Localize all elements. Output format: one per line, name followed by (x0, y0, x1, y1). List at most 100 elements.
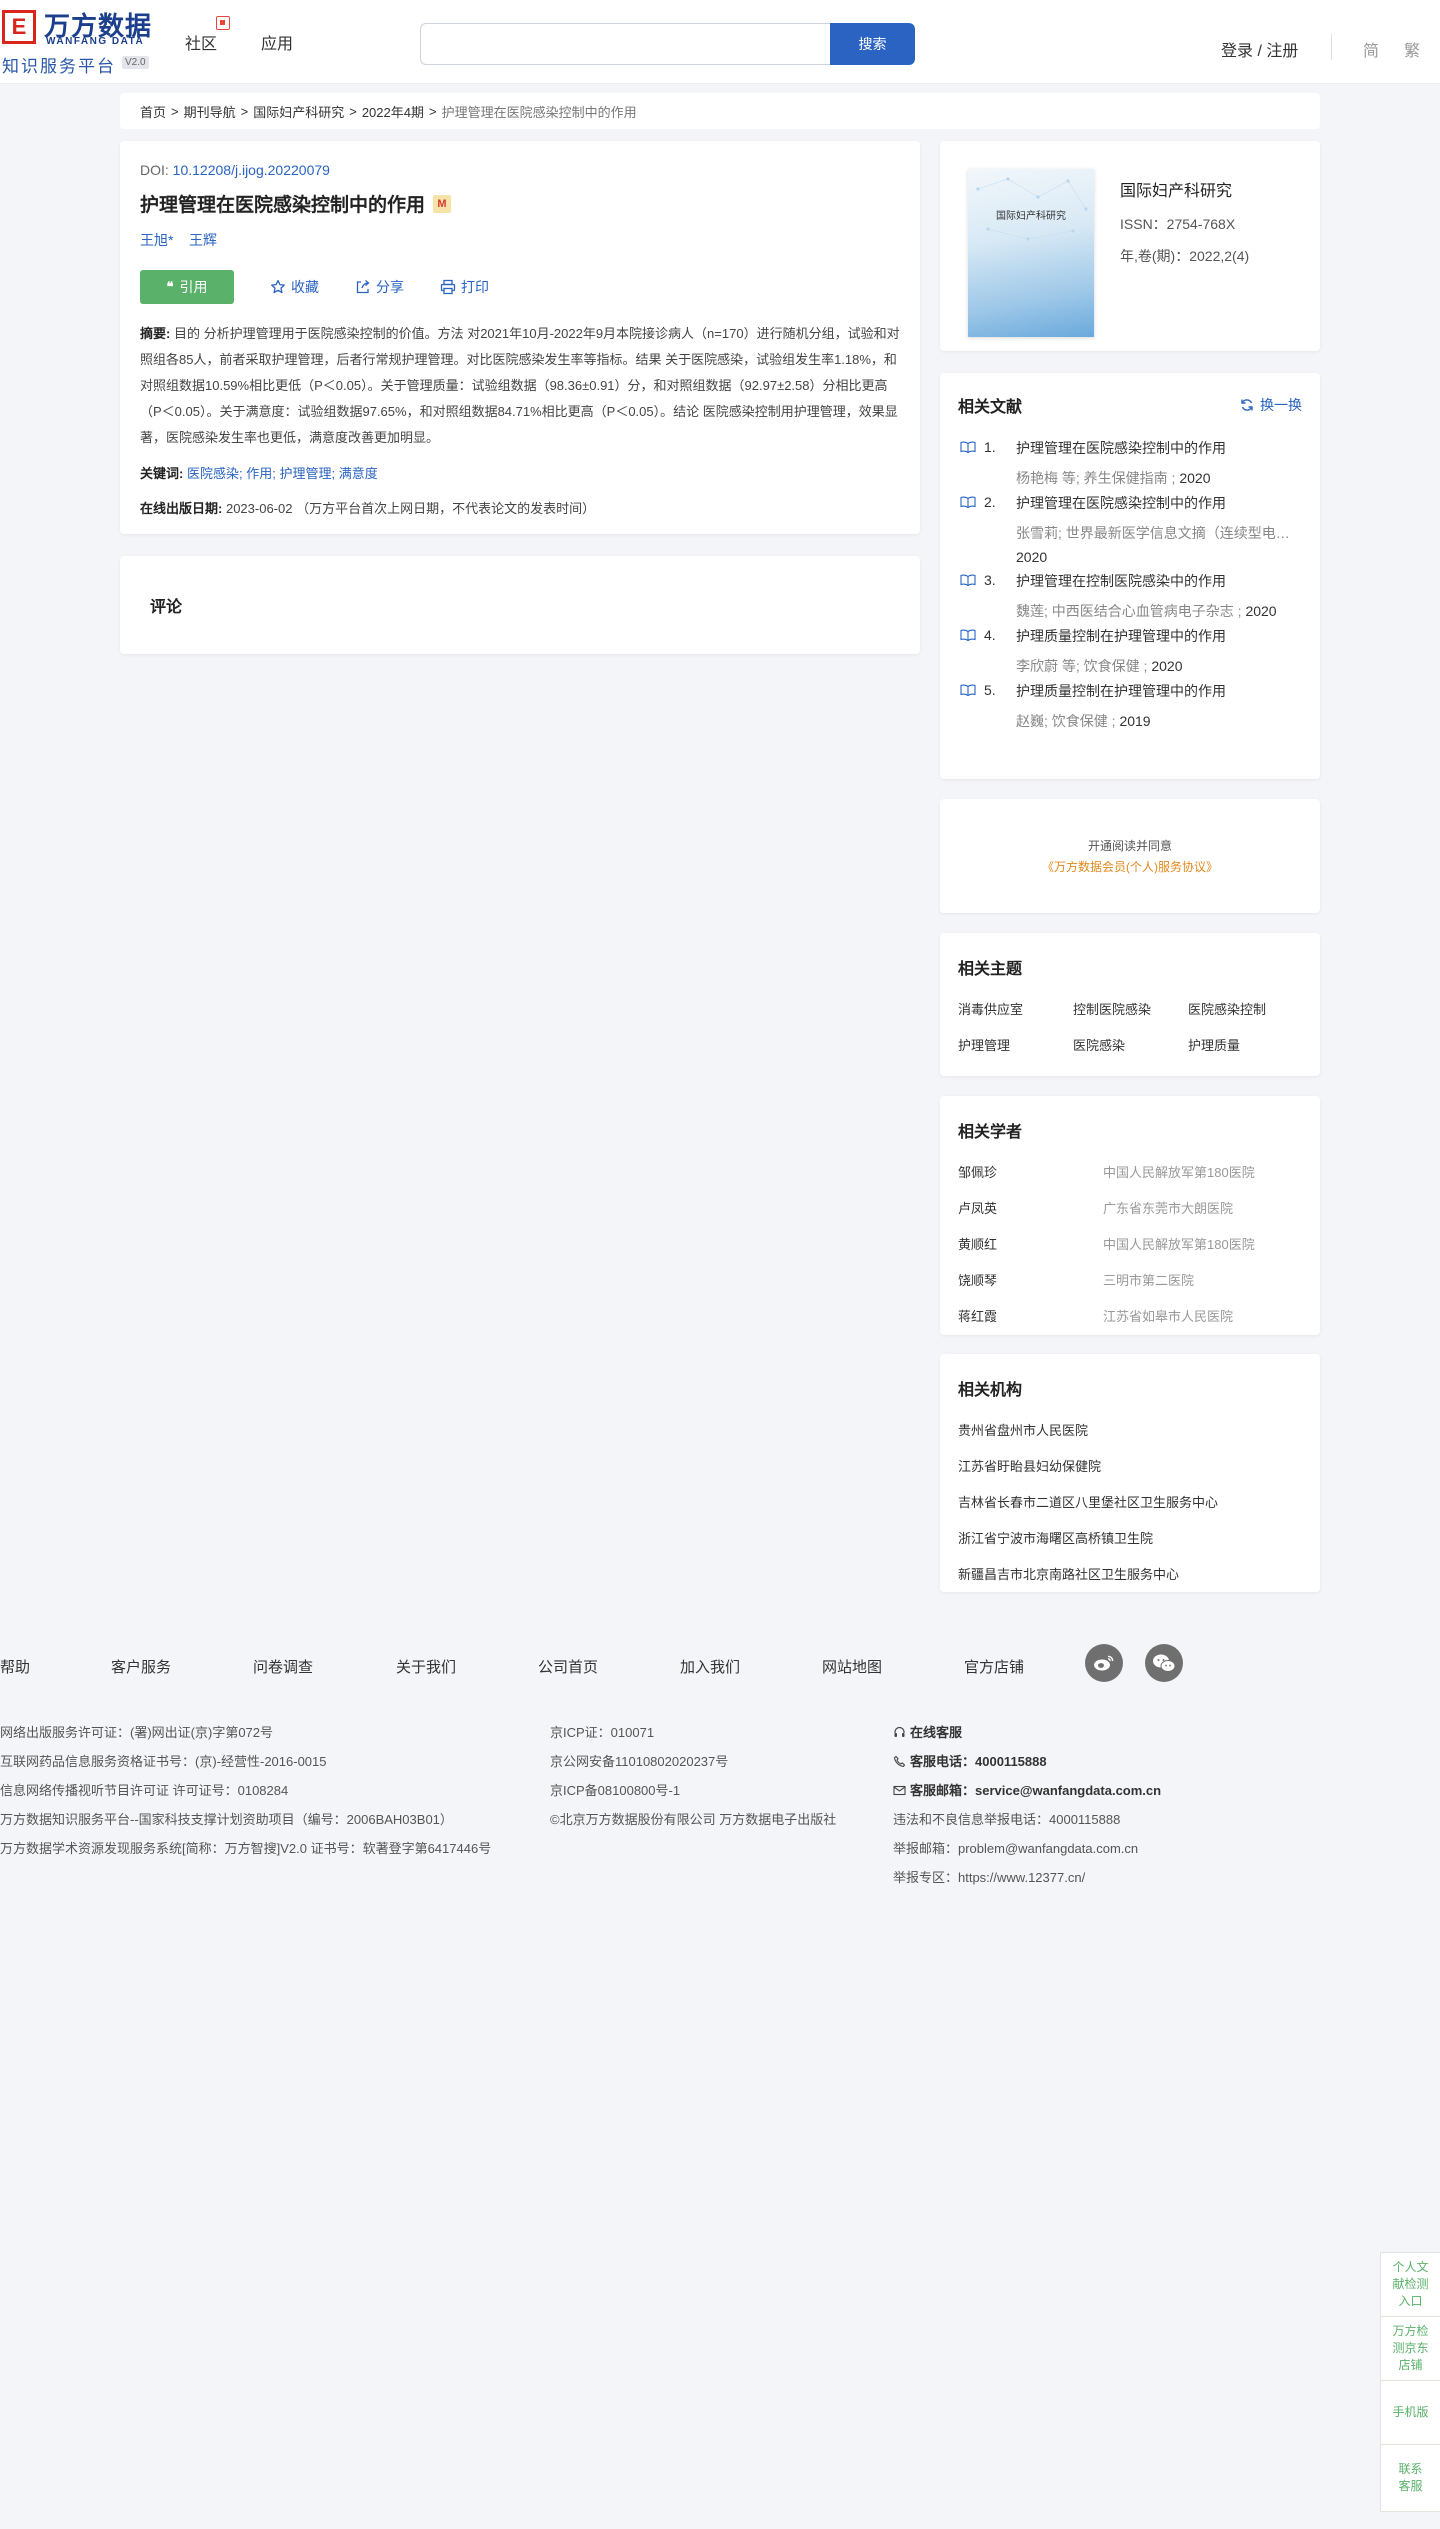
footer-link-store[interactable]: 官方店铺 (964, 1656, 1024, 1677)
list-item: 卢凤英 广东省东莞市大朗医院 (958, 1198, 1302, 1217)
scholar-name[interactable]: 邹佩珍 (958, 1162, 1103, 1181)
scholar-org[interactable]: 江苏省如皋市人民医院 (1103, 1306, 1233, 1325)
keyword-link[interactable]: 护理管理; (279, 466, 335, 481)
side-personal-check[interactable]: 个人文献检测入口 (1381, 2253, 1440, 2317)
list-item: 1. 护理管理在医院感染控制中的作用 杨艳梅 等; 养生保健指南 ; 2020 (958, 439, 1302, 487)
journal-volume: 年,卷(期)：2022,2(4) (1120, 248, 1250, 264)
topic-link[interactable]: 医院感染控制 (1188, 999, 1303, 1018)
online-service-link[interactable]: 在线客服 (893, 1718, 1161, 1747)
institution-link[interactable]: 新疆昌吉市北京南路社区卫生服务中心 (958, 1564, 1302, 1583)
footer: 帮助 客户服务 问卷调查 关于我们 公司首页 加入我们 网站地图 官方店铺 网络… (0, 1616, 1440, 1885)
headset-icon (894, 1726, 905, 1737)
scholar-org[interactable]: 中国人民解放军第180医院 (1103, 1234, 1255, 1253)
scholar-name[interactable]: 蒋红霞 (958, 1306, 1103, 1325)
scholar-name[interactable]: 卢凤英 (958, 1198, 1103, 1217)
author-link[interactable]: 王旭* (140, 232, 173, 248)
print-button[interactable]: 打印 (440, 277, 489, 297)
list-item: 黄顺红 中国人民解放军第180医院 (958, 1234, 1302, 1253)
journal-cover[interactable]: 国际妇产科研究 (968, 169, 1094, 337)
footer-link-join[interactable]: 加入我们 (680, 1656, 740, 1677)
book-icon (960, 496, 976, 508)
footer-link-sitemap[interactable]: 网站地图 (822, 1656, 882, 1677)
nav-apps[interactable]: 应用 (261, 30, 293, 54)
institution-link[interactable]: 贵州省盘州市人民医院 (958, 1420, 1302, 1439)
search-input[interactable] (420, 23, 830, 65)
scholar-org[interactable]: 三明市第二医院 (1103, 1270, 1194, 1289)
lang-simplified[interactable]: 简 (1363, 37, 1379, 61)
comment-title: 评论 (150, 599, 183, 616)
top-header: E 万方数据 WANFANG DATA 知识服务平台 V2.0 社区 应用 搜索… (0, 0, 1440, 84)
breadcrumb-journals[interactable]: 期刊导航 (184, 102, 236, 121)
weibo-icon[interactable] (1085, 1644, 1123, 1682)
journal-name[interactable]: 国际妇产科研究 (1120, 177, 1232, 201)
lang-traditional[interactable]: 繁 (1404, 37, 1420, 61)
related-doc-title[interactable]: 护理质量控制在护理管理中的作用 (1016, 628, 1226, 644)
logo-version: V2.0 (122, 56, 149, 69)
topic-link[interactable]: 医院感染 (1073, 1035, 1188, 1054)
report-zone-link[interactable]: 举报专区：https://www.12377.cn/ (893, 1863, 1161, 1892)
list-item: 蒋红霞 江苏省如皋市人民医院 (958, 1306, 1302, 1325)
related-doc-title[interactable]: 护理管理在医院感染控制中的作用 (1016, 440, 1226, 456)
list-item: 5. 护理质量控制在护理管理中的作用 赵巍; 饮食保健 ; 2019 (958, 682, 1302, 730)
keyword-link[interactable]: 作用; (246, 466, 276, 481)
printer-icon (440, 279, 456, 295)
related-topics-card: 相关主题 消毒供应室 控制医院感染 医院感染控制 护理管理 医院感染 护理质量 (940, 933, 1320, 1076)
agreement-card: 开通阅读并同意 《万方数据会员(个人)服务协议》 (940, 799, 1320, 913)
breadcrumb-home[interactable]: 首页 (140, 102, 166, 121)
footer-link-company[interactable]: 公司首页 (538, 1656, 598, 1677)
share-icon (356, 280, 370, 294)
comment-card: 评论 (120, 556, 920, 654)
related-doc-title[interactable]: 护理质量控制在护理管理中的作用 (1016, 683, 1226, 699)
doi-link[interactable]: 10.12208/j.ijog.20220079 (173, 162, 330, 178)
scholar-name[interactable]: 饶顺琴 (958, 1270, 1103, 1289)
cite-button[interactable]: ❝ 引用 (140, 270, 234, 304)
favorite-button[interactable]: 收藏 (270, 277, 319, 297)
topic-link[interactable]: 护理管理 (958, 1035, 1073, 1054)
footer-link-service[interactable]: 客户服务 (111, 1656, 171, 1677)
wanfang-logo[interactable]: E 万方数据 WANFANG DATA 知识服务平台 V2.0 (0, 6, 160, 76)
login-register-link[interactable]: 登录 / 注册 (1221, 37, 1298, 61)
logo-subtitle: 知识服务平台 (2, 57, 116, 76)
icp-link[interactable]: 京ICP备08100800号-1 (550, 1776, 836, 1805)
scholar-org[interactable]: 广东省东莞市大朗医院 (1103, 1198, 1233, 1217)
side-jd-store[interactable]: 万方检测京东店铺 (1381, 2317, 1440, 2381)
side-mobile[interactable]: 手机版 (1381, 2381, 1440, 2445)
keyword-link[interactable]: 满意度 (339, 466, 378, 481)
footer-contact: 在线客服 客服电话：4000115888 客服邮箱：service@wanfan… (893, 1718, 1161, 1892)
scholar-org[interactable]: 中国人民解放军第180医院 (1103, 1162, 1255, 1181)
agreement-link[interactable]: 《万方数据会员(个人)服务协议》 (1042, 858, 1218, 875)
topic-link[interactable]: 护理质量 (1188, 1035, 1303, 1054)
refresh-button[interactable]: 换一换 (1240, 395, 1302, 415)
related-scholars-title: 相关学者 (958, 1124, 1023, 1141)
scholar-name[interactable]: 黄顺红 (958, 1234, 1103, 1253)
institution-link[interactable]: 浙江省宁波市海曙区高桥镇卫生院 (958, 1528, 1302, 1547)
topic-link[interactable]: 控制医院感染 (1073, 999, 1188, 1018)
quote-icon: ❝ (166, 279, 174, 294)
community-badge-icon (216, 16, 230, 30)
institution-link[interactable]: 吉林省长春市二道区八里堡社区卫生服务中心 (958, 1492, 1302, 1511)
article-card: DOI: 10.12208/j.ijog.20220079 护理管理在医院感染控… (120, 141, 920, 534)
cover-network-pattern (976, 177, 1088, 241)
topic-link[interactable]: 消毒供应室 (958, 999, 1073, 1018)
institution-link[interactable]: 江苏省盱眙县妇幼保健院 (958, 1456, 1302, 1475)
side-contact[interactable]: 联系客服 (1381, 2445, 1440, 2511)
breadcrumb-journal[interactable]: 国际妇产科研究 (253, 102, 344, 121)
share-button[interactable]: 分享 (355, 277, 404, 297)
m-badge-icon: M (433, 194, 452, 213)
wechat-icon[interactable] (1145, 1644, 1183, 1682)
footer-link-about[interactable]: 关于我们 (396, 1656, 456, 1677)
icp-link[interactable]: 京ICP证：010071 (550, 1718, 836, 1747)
footer-link-survey[interactable]: 问卷调查 (253, 1656, 313, 1677)
author-link[interactable]: 王辉 (189, 232, 217, 248)
breadcrumb-issue[interactable]: 2022年4期 (362, 102, 424, 121)
related-doc-title[interactable]: 护理管理在控制医院感染中的作用 (1016, 573, 1226, 589)
footer-link-help[interactable]: 帮助 (0, 1656, 30, 1677)
keyword-link[interactable]: 医院感染; (187, 466, 243, 481)
nav-community[interactable]: 社区 (185, 30, 217, 54)
related-doc-title[interactable]: 护理管理在医院感染控制中的作用 (1016, 495, 1226, 511)
search-button[interactable]: 搜索 (830, 23, 915, 65)
mail-icon (893, 1785, 906, 1796)
list-item: 邹佩珍 中国人民解放军第180医院 (958, 1162, 1302, 1181)
icp-link[interactable]: 京公网安备11010802020237号 (550, 1747, 836, 1776)
related-docs-list: 1. 护理管理在医院感染控制中的作用 杨艳梅 等; 养生保健指南 ; 2020 … (958, 439, 1302, 730)
